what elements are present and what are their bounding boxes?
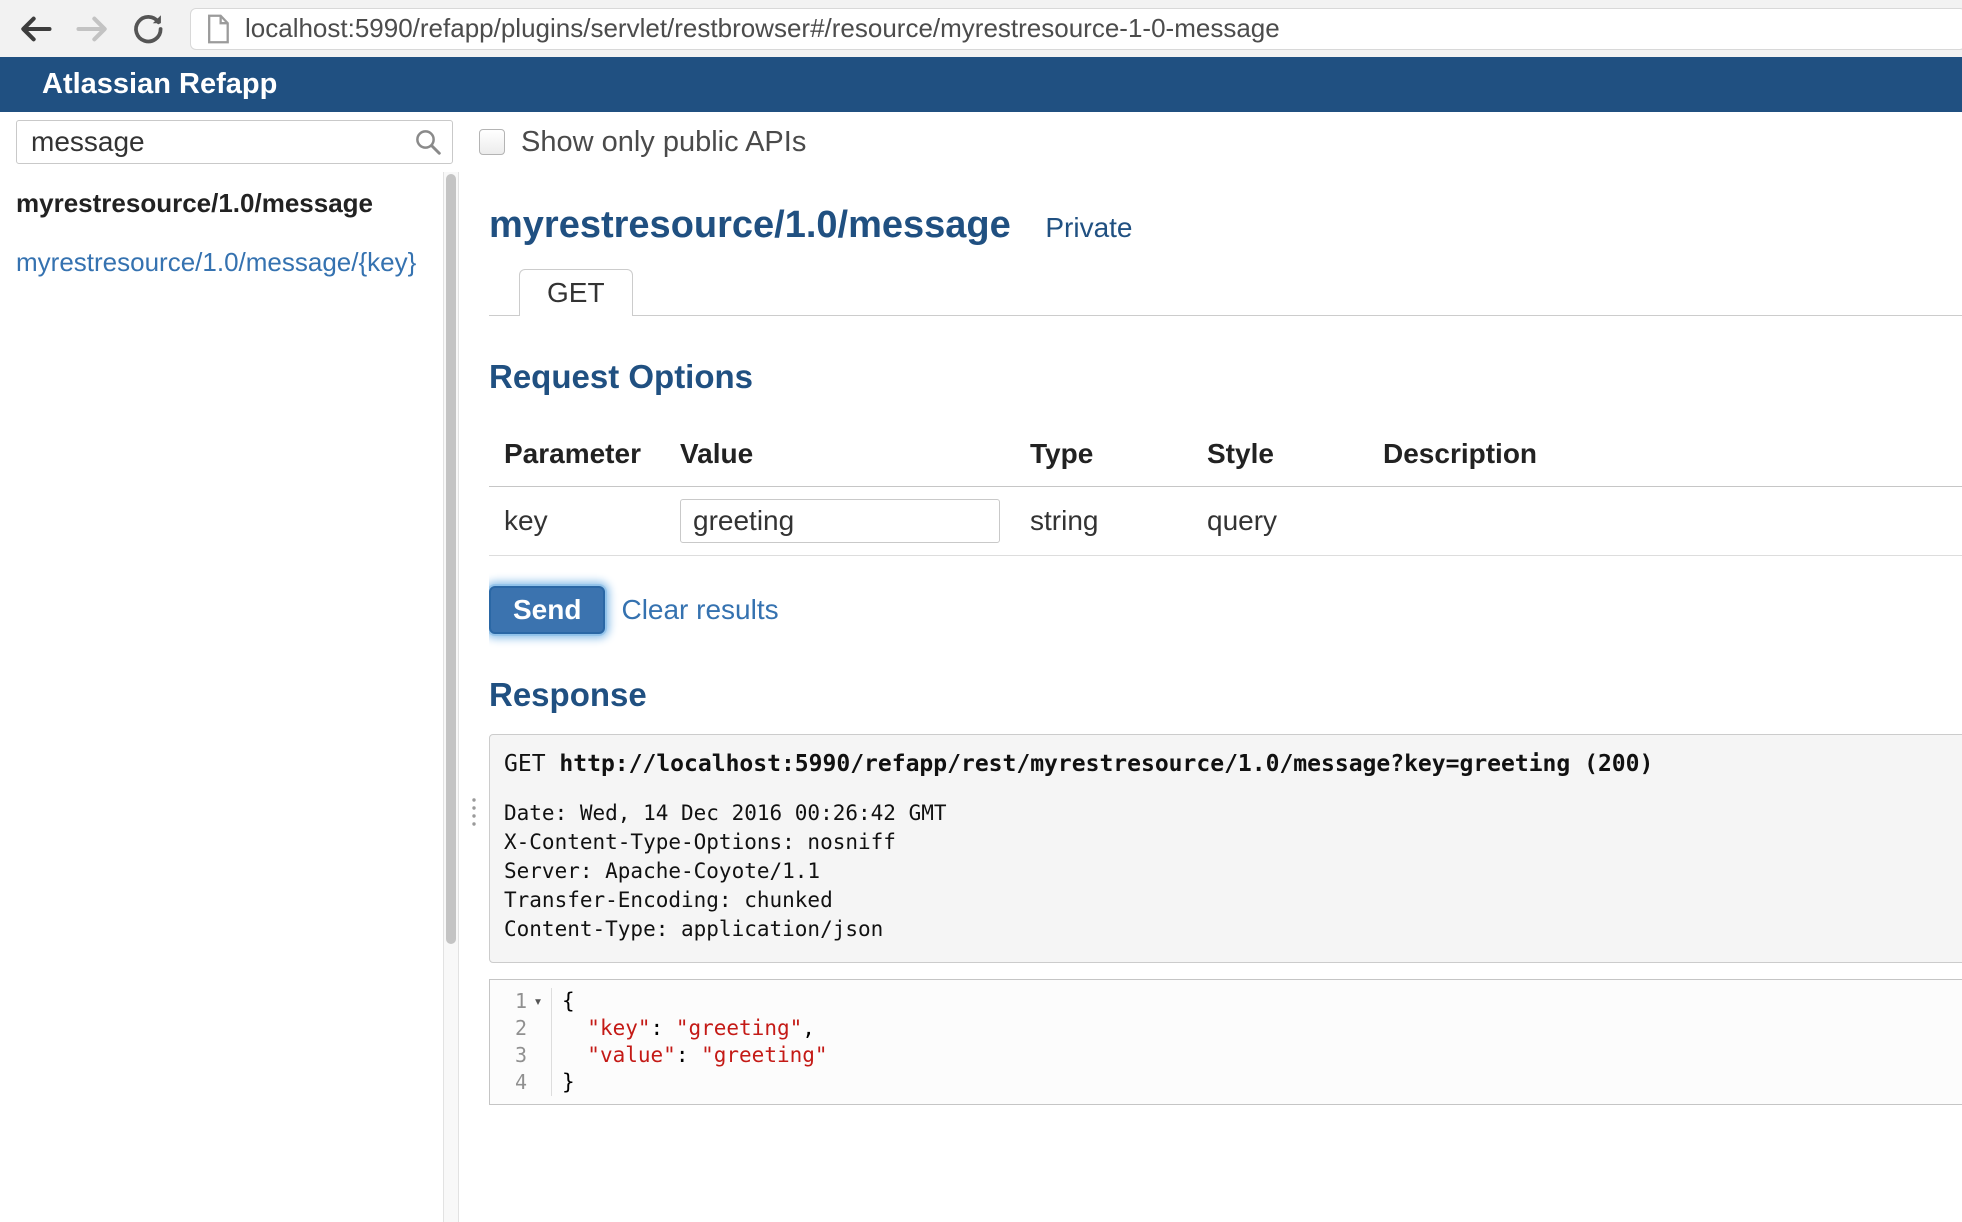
response-header-line: X-Content-Type-Options: nosniff: [504, 828, 1947, 857]
json-key: "key": [587, 1016, 650, 1040]
response-request-line: GET http://localhost:5990/refapp/rest/my…: [504, 751, 1947, 777]
forward-arrow-icon[interactable]: [70, 7, 114, 51]
scrollbar-thumb[interactable]: [446, 174, 456, 944]
request-options-table: Parameter Value Type Style Description k…: [489, 422, 1962, 556]
browser-window: localhost:5990/refapp/plugins/servlet/re…: [0, 0, 1962, 1222]
response-header-line: Date: Wed, 14 Dec 2016 00:26:42 GMT: [504, 799, 1947, 828]
response-header-line: Transfer-Encoding: chunked: [504, 886, 1947, 915]
column-style: Style: [1207, 422, 1383, 487]
app-title: Atlassian Refapp: [42, 68, 277, 101]
page-title: myrestresource/1.0/message: [489, 204, 1011, 246]
response-header-line: Content-Type: application/json: [504, 915, 1947, 944]
back-arrow-icon[interactable]: [14, 7, 58, 51]
line-number: 3: [515, 1042, 527, 1069]
response-headers: Date: Wed, 14 Dec 2016 00:26:42 GMT X-Co…: [504, 799, 1947, 944]
content-area: myrestresource/1.0/message myrestresourc…: [0, 172, 1962, 1222]
line-number: 4: [515, 1069, 527, 1096]
actions-row: Send Clear results: [489, 586, 1962, 634]
clear-results-link[interactable]: Clear results: [621, 594, 778, 626]
page-title-row: myrestresource/1.0/message Private: [489, 204, 1962, 247]
column-description: Description: [1383, 422, 1962, 487]
request-options-heading: Request Options: [489, 358, 1962, 396]
response-heading: Response: [489, 676, 1962, 714]
search-input[interactable]: [16, 120, 453, 164]
param-type: string: [1030, 487, 1207, 556]
table-header-row: Parameter Value Type Style Description: [489, 422, 1962, 487]
json-value: "greeting": [701, 1043, 827, 1067]
collapse-toggle-icon[interactable]: ▾: [527, 988, 549, 1015]
visibility-badge: Private: [1045, 212, 1132, 243]
column-value: Value: [680, 422, 1030, 487]
json-line: 3 "value": "greeting": [490, 1042, 1962, 1069]
show-public-checkbox[interactable]: [479, 129, 505, 155]
send-button[interactable]: Send: [489, 586, 605, 634]
browser-chrome: localhost:5990/refapp/plugins/servlet/re…: [0, 0, 1962, 57]
page-icon: [205, 14, 231, 44]
show-public-label: Show only public APIs: [521, 126, 806, 159]
url-bar[interactable]: localhost:5990/refapp/plugins/servlet/re…: [190, 8, 1962, 50]
sidebar-scrollbar[interactable]: [443, 172, 459, 1222]
resource-list: myrestresource/1.0/message myrestresourc…: [0, 172, 443, 1222]
panel-divider[interactable]: [459, 172, 489, 1222]
reload-icon[interactable]: [126, 7, 170, 51]
response-method: GET: [504, 751, 546, 777]
json-value: "greeting": [676, 1016, 802, 1040]
param-name: key: [489, 487, 680, 556]
param-value-cell: [680, 487, 1030, 556]
sidebar-item-message-key[interactable]: myrestresource/1.0/message/{key}: [16, 247, 427, 278]
search-toolbar: Show only public APIs: [0, 112, 1962, 172]
json-line: 2 "key": "greeting",: [490, 1015, 1962, 1042]
url-text: localhost:5990/refapp/plugins/servlet/re…: [245, 13, 1280, 44]
response-panel: GET http://localhost:5990/refapp/rest/my…: [489, 734, 1962, 963]
sidebar-item-message[interactable]: myrestresource/1.0/message: [16, 188, 427, 219]
column-type: Type: [1030, 422, 1207, 487]
json-key: "value": [587, 1043, 676, 1067]
divider-grip-icon[interactable]: [470, 796, 478, 828]
line-number: 2: [515, 1015, 527, 1042]
param-description: [1383, 487, 1962, 556]
response-status: (200): [1584, 751, 1653, 777]
param-style: query: [1207, 487, 1383, 556]
resource-detail: myrestresource/1.0/message Private GET R…: [489, 172, 1962, 1222]
json-line: 4 }: [490, 1069, 1962, 1096]
tab-get[interactable]: GET: [519, 269, 633, 316]
response-body-viewer: 1▾ { 2 "key": "greeting", 3 "value": "gr…: [489, 979, 1962, 1105]
app-header: Atlassian Refapp: [0, 57, 1962, 112]
param-value-input[interactable]: [680, 499, 1000, 543]
table-row: key string query: [489, 487, 1962, 556]
line-number: 1: [515, 988, 527, 1015]
method-tabs: GET: [489, 269, 1962, 316]
search-field-wrap: [16, 120, 453, 164]
response-url: http://localhost:5990/refapp/rest/myrest…: [559, 751, 1570, 777]
json-line: 1▾ {: [490, 988, 1962, 1015]
column-parameter: Parameter: [489, 422, 680, 487]
search-icon[interactable]: [413, 127, 443, 157]
response-header-line: Server: Apache-Coyote/1.1: [504, 857, 1947, 886]
